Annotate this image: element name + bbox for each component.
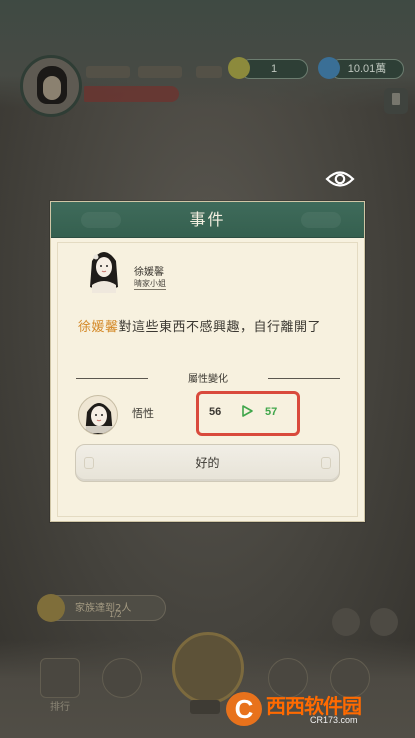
player-avatar[interactable] — [20, 55, 82, 117]
nav-ranking[interactable] — [40, 658, 80, 698]
coins-value: 1 — [270, 63, 278, 75]
watermark-sub-text: CR173.com — [310, 715, 358, 725]
player-stat-3 — [196, 66, 222, 78]
coin-icon — [228, 57, 250, 79]
ok-button[interactable]: 好的 — [75, 444, 340, 482]
player-stat-2 — [138, 66, 182, 78]
center-level-label — [190, 700, 220, 714]
gems-counter[interactable]: 10.01萬 — [330, 59, 404, 79]
gems-value: 10.01萬 — [347, 63, 387, 75]
character-name: 徐媛馨 — [134, 267, 164, 278]
task-coin-icon — [37, 594, 65, 622]
task-text: 家族達到2人 — [75, 603, 132, 614]
event-message: 徐媛馨對這些東西不感興趣，自行離開了 — [78, 318, 340, 338]
attribute-section-divider: 屬性變化 — [76, 370, 340, 386]
ok-button-label: 好的 — [195, 456, 220, 470]
increase-arrow-icon — [242, 405, 253, 417]
attribute-name: 悟性 — [132, 407, 154, 420]
coins-counter[interactable]: 1 — [240, 59, 308, 79]
character-seal: 晴家小姐 — [134, 279, 166, 290]
warning-icon[interactable] — [332, 608, 360, 636]
event-character-name: 徐媛馨 — [78, 320, 119, 335]
menu-icon[interactable] — [384, 88, 408, 114]
dialog-title: 事件 — [189, 210, 226, 229]
nav-item-2[interactable] — [102, 658, 142, 698]
eye-icon[interactable] — [325, 168, 355, 190]
attribute-character-avatar — [78, 395, 118, 435]
family-task-pill[interactable]: 家族達到2人 1/2 — [37, 594, 166, 622]
player-title-tag — [84, 86, 179, 102]
character-portrait — [90, 252, 118, 293]
scroll-icon[interactable] — [370, 608, 398, 636]
nav-ranking-label: 排行 — [50, 702, 70, 713]
attribute-section-label: 屬性變化 — [188, 374, 228, 385]
player-stat-1 — [86, 66, 130, 78]
task-progress: 1/2 — [109, 610, 122, 619]
site-watermark: C 西西软件园 CR173.com — [226, 690, 396, 728]
event-message-text: 對這些東西不感興趣，自行離開了 — [118, 320, 322, 335]
attribute-new-value: 57 — [265, 406, 278, 418]
watermark-logo-icon: C — [226, 692, 262, 726]
attribute-old-value: 56 — [209, 406, 222, 418]
gem-icon — [318, 57, 340, 79]
